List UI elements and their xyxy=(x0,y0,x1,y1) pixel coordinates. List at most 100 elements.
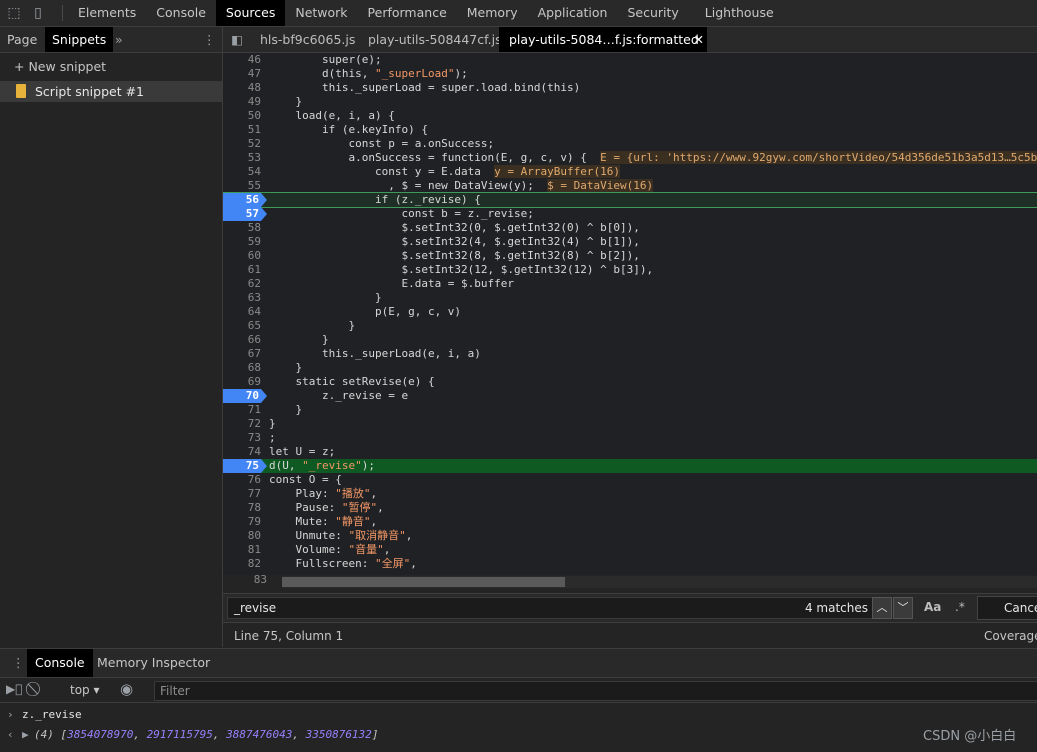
line-number[interactable]: 59 xyxy=(223,235,261,249)
previous-match-button[interactable]: ︿ xyxy=(872,597,892,619)
code-text: } xyxy=(269,319,356,332)
tab-elements[interactable]: Elements xyxy=(68,0,146,26)
tab-memory-inspector[interactable]: Memory Inspector xyxy=(89,649,218,677)
code-text: let U = z; xyxy=(269,445,336,458)
line-number[interactable]: 71 xyxy=(223,403,261,417)
tab-drawer-console[interactable]: Console xyxy=(27,649,93,677)
line-number[interactable]: 52 xyxy=(223,137,261,151)
result-arrow-icon: ‹ xyxy=(7,728,14,741)
code-line: 73; xyxy=(223,431,1037,445)
line-number[interactable]: 79 xyxy=(223,515,261,529)
line-number[interactable]: 54 xyxy=(223,165,261,179)
next-match-button[interactable]: ﹀ xyxy=(893,597,913,619)
kebab-menu-icon[interactable]: ⋮ xyxy=(196,27,223,52)
code-token: Fullscreen: xyxy=(269,557,375,570)
line-number[interactable]: 81 xyxy=(223,543,261,557)
line-number[interactable]: 53 xyxy=(223,151,261,165)
line-number[interactable]: 66 xyxy=(223,333,261,347)
editor-tab-play-utils-formatted[interactable]: play-utils-5084…f.js:formatted ✕ xyxy=(499,27,707,52)
line-number[interactable]: 47 xyxy=(223,67,261,81)
code-text: } xyxy=(269,417,276,430)
new-snippet-button[interactable]: + New snippet xyxy=(14,59,106,74)
code-text: const b = z._revise; xyxy=(269,207,534,220)
line-number[interactable]: 67 xyxy=(223,347,261,361)
breakpoint-marker[interactable]: 70 xyxy=(223,389,267,403)
code-line: 61 $.setInt32(12, $.getInt32(12) ^ b[3])… xyxy=(223,263,1037,277)
string-literal: "_superLoad" xyxy=(374,67,455,80)
breakpoint-marker[interactable]: 75 xyxy=(223,459,267,473)
snippet-item[interactable]: Script snippet #1 xyxy=(0,81,222,102)
line-number[interactable]: 46 xyxy=(223,53,261,67)
snippet-file-icon xyxy=(16,84,26,98)
cancel-button[interactable]: Cancel xyxy=(977,596,1037,620)
code-line: 77 Play: "播放", xyxy=(223,487,1037,501)
code-editor[interactable]: 46 super(e); 47 d(this, "_superLoad"); 4… xyxy=(223,53,1037,575)
line-number[interactable]: 69 xyxy=(223,375,261,389)
tab-sources[interactable]: Sources xyxy=(215,0,286,26)
line-number[interactable]: 62 xyxy=(223,277,261,291)
sidebar-toggle-icon[interactable]: ▶⃞ xyxy=(6,682,22,696)
editor-tab-hls[interactable]: hls-bf9c6065.js xyxy=(260,27,355,52)
code-text: a.onSuccess = function(E, g, c, v) { E =… xyxy=(269,151,1037,165)
code-line: 47 d(this, "_superLoad"); xyxy=(223,67,1037,81)
line-number[interactable]: 80 xyxy=(223,529,261,543)
line-number[interactable]: 60 xyxy=(223,249,261,263)
code-text: static setRevise(e) { xyxy=(269,375,435,388)
regex-button[interactable]: .* xyxy=(955,600,965,614)
console-output-line[interactable]: ‹ ▶ (4) [3854078970, 2917115795, 3887476… xyxy=(0,725,1037,745)
line-number[interactable]: 73 xyxy=(223,431,261,445)
match-case-button[interactable]: Aa xyxy=(924,600,941,614)
editor-tab-bar: ◧ hls-bf9c6065.js play-utils-508447cf.js… xyxy=(223,27,1037,53)
tab-console[interactable]: Console xyxy=(146,0,216,26)
tab-network[interactable]: Network xyxy=(285,0,357,26)
tab-page[interactable]: Page xyxy=(0,27,44,52)
tab-snippets[interactable]: Snippets xyxy=(45,27,114,52)
more-tabs-icon[interactable]: » xyxy=(108,27,130,52)
line-number[interactable]: 63 xyxy=(223,291,261,305)
close-icon[interactable]: ✕ xyxy=(694,27,704,52)
scrollbar-thumb[interactable] xyxy=(282,577,565,587)
line-number[interactable]: 49 xyxy=(223,95,261,109)
line-number[interactable]: 55 xyxy=(223,179,261,193)
filter-input[interactable]: Filter xyxy=(154,681,1037,701)
breakpoint-marker[interactable]: 56 xyxy=(223,193,267,207)
tab-memory[interactable]: Memory xyxy=(457,0,528,26)
inspect-element-icon[interactable]: ⬚ xyxy=(6,5,22,21)
horizontal-scrollbar[interactable] xyxy=(282,576,1037,588)
coverage-status[interactable]: Coverage: n/a xyxy=(984,629,1037,643)
tab-performance[interactable]: Performance xyxy=(358,0,457,26)
code-line: 46 super(e); xyxy=(223,53,1037,67)
breakpoint-marker[interactable]: 57 xyxy=(223,207,267,221)
line-number[interactable]: 74 xyxy=(223,445,261,459)
line-number[interactable]: 78 xyxy=(223,501,261,515)
line-number[interactable]: 48 xyxy=(223,81,261,95)
line-number[interactable]: 58 xyxy=(223,221,261,235)
editor-tab-play-utils[interactable]: play-utils-508447cf.js xyxy=(368,27,502,52)
context-selector[interactable]: top ▾ xyxy=(70,683,100,697)
line-number[interactable]: 72 xyxy=(223,417,261,431)
line-number[interactable]: 82 xyxy=(223,557,261,571)
line-number[interactable]: 50 xyxy=(223,109,261,123)
line-number[interactable]: 77 xyxy=(223,487,261,501)
line-number[interactable]: 68 xyxy=(223,361,261,375)
code-line: 49 } xyxy=(223,95,1037,109)
device-toolbar-icon[interactable]: ▯ xyxy=(30,5,46,21)
eye-icon[interactable]: ◉ xyxy=(120,680,133,698)
line-number[interactable]: 61 xyxy=(223,263,261,277)
tab-lighthouse[interactable]: Lighthouse xyxy=(695,0,784,26)
toggle-navigator-icon[interactable]: ◧ xyxy=(231,27,243,52)
search-input[interactable]: _revise 4 matches xyxy=(227,597,875,619)
expand-triangle-icon[interactable]: ▶ xyxy=(22,725,29,745)
string-literal: "暂停" xyxy=(341,501,378,514)
line-number[interactable]: 83 xyxy=(223,574,267,588)
tab-security[interactable]: Security xyxy=(617,0,688,26)
code-line: 82 Fullscreen: "全屏", xyxy=(223,557,1037,571)
code-text: this._superLoad = super.load.bind(this) xyxy=(269,81,581,94)
tab-application[interactable]: Application xyxy=(528,0,618,26)
line-number[interactable]: 51 xyxy=(223,123,261,137)
code-text: , $ = new DataView(y); $ = DataView(16) xyxy=(269,179,654,193)
code-token: Mute: xyxy=(269,515,336,528)
line-number[interactable]: 64 xyxy=(223,305,261,319)
line-number[interactable]: 76 xyxy=(223,473,261,487)
line-number[interactable]: 65 xyxy=(223,319,261,333)
